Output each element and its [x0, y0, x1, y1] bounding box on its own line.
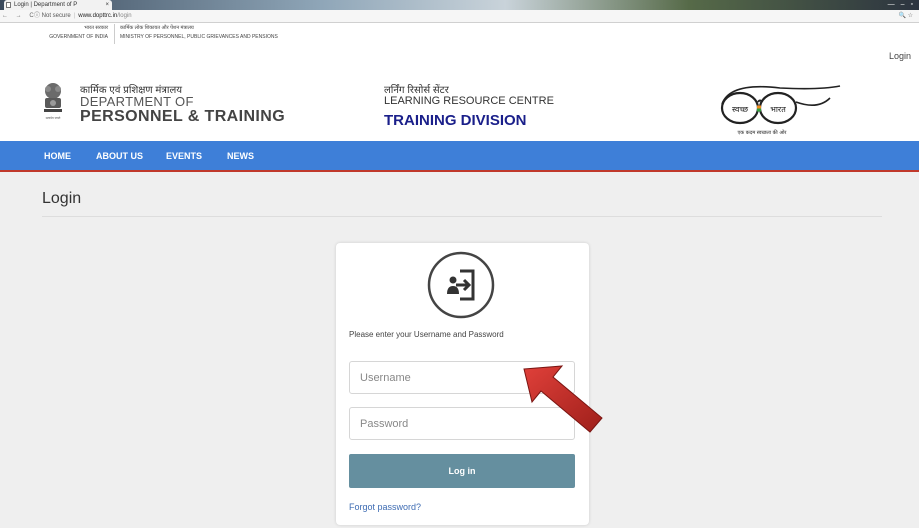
ministry-hindi: कार्मिक लोक शिकायत और पेंशन मंत्रालय: [120, 25, 194, 31]
emblem-caption: सत्यमेव जयते: [46, 116, 61, 120]
not-secure-badge[interactable]: ⓘ Not secure: [34, 13, 71, 19]
window-controls: — – ▫: [888, 0, 913, 10]
forgot-password-link[interactable]: Forgot password?: [349, 502, 421, 512]
login-instruction: Please enter your Username and Password: [349, 330, 504, 339]
top-login-link[interactable]: Login: [889, 51, 911, 61]
swachh-word: स्वच्छ: [732, 105, 749, 114]
maximize-icon[interactable]: ▫: [911, 0, 913, 10]
ministry-name: कार्मिक लोक शिकायत और पेंशन मंत्रालय MIN…: [120, 24, 278, 42]
browser-nav-icons[interactable]: ← → C: [2, 10, 37, 23]
gov-english: GOVERNMENT OF INDIA: [49, 34, 108, 40]
nav-news[interactable]: NEWS: [227, 141, 254, 171]
page-icon: [6, 2, 11, 8]
browser-tab[interactable]: Login | Department of P ×: [4, 0, 112, 10]
nav-about-us[interactable]: ABOUT US: [96, 141, 143, 171]
minimize-window-icon[interactable]: –: [901, 0, 905, 10]
bharat-word: भारत: [770, 105, 786, 114]
user-login-icon: [427, 251, 495, 319]
swachh-bharat-logo-icon: स्वच्छ भारत एक कदम स्वच्छता की ओर: [720, 85, 841, 136]
main-nav: HOME ABOUT US EVENTS NEWS: [0, 141, 919, 172]
training-division-title: TRAINING DIVISION: [384, 112, 527, 129]
ministry-english: MINISTRY OF PERSONNEL, PUBLIC GRIEVANCES…: [120, 34, 278, 40]
address-bar: ← → C ⓘ Not secure | www.dopttrc.in/login …: [0, 10, 919, 23]
browser-tab-bar: Login | Department of P × — – ▫: [0, 0, 919, 10]
gov-hindi: भारत सरकार: [84, 25, 108, 31]
lrc-name: LEARNING RESOURCE CENTRE: [384, 95, 554, 107]
login-button[interactable]: Log in: [349, 454, 575, 488]
dept-name-line1: DEPARTMENT OF: [80, 94, 194, 109]
swachh-tagline: एक कदम स्वच्छता की ओर: [738, 129, 788, 136]
url-path: /login: [117, 13, 132, 19]
close-tab-icon[interactable]: ×: [105, 0, 109, 10]
pointer-arrow-icon: [523, 365, 603, 433]
national-emblem-icon: सत्यमेव जयते: [44, 83, 62, 120]
page-title: Login: [42, 190, 82, 207]
url-field[interactable]: ⓘ Not secure | www.dopttrc.in/login: [34, 11, 874, 21]
dept-name-line2: PERSONNEL & TRAINING: [80, 108, 286, 125]
tab-title: Login | Department of P: [14, 2, 78, 8]
minimize-icon[interactable]: —: [888, 0, 895, 10]
divider: [42, 216, 882, 217]
zoom-bookmark-icons[interactable]: 🔍 ☆: [898, 10, 913, 23]
nav-home[interactable]: HOME: [44, 141, 71, 171]
gov-divider: [114, 24, 115, 44]
url-host: www.dopttrc.in: [78, 13, 118, 19]
gov-of-india: भारत सरकार GOVERNMENT OF INDIA: [30, 24, 108, 42]
lrc-hindi-name: लर्निंग रिसोर्स सेंटर: [384, 85, 449, 96]
nav-events[interactable]: EVENTS: [166, 141, 202, 171]
